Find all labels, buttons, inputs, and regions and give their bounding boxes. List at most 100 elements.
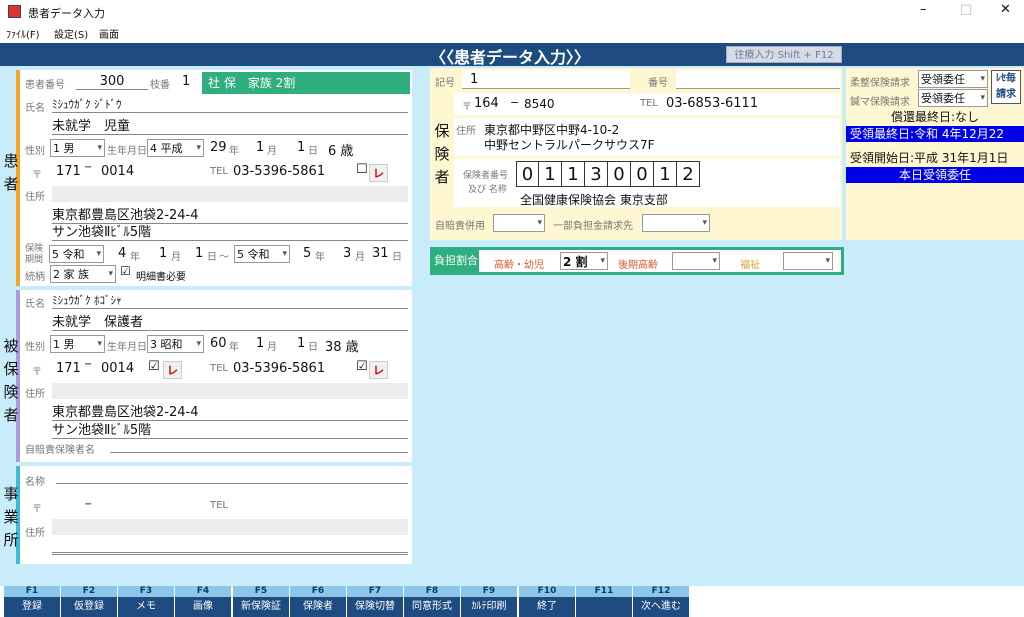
home-visit-shortcut-button[interactable]: 往療入力 Shift + F12 [726, 46, 842, 63]
insurer-digit[interactable]: 3 [585, 161, 608, 187]
period-start-month[interactable]: 1 [159, 246, 167, 261]
insurer-tel-label: TEL [640, 98, 658, 109]
insured-name-kana-input[interactable]: ﾐｼｭｳｶﾞｸ ﾎｺﾞｼｬ [52, 292, 408, 309]
jibai-insurer-input[interactable] [110, 440, 408, 453]
insurer-digit[interactable]: 2 [677, 161, 700, 187]
fkey-f8-button[interactable]: F8 同意形式 [404, 586, 460, 617]
insured-name-input[interactable]: 未就学 保護者 [52, 311, 408, 331]
insurer-number-digits[interactable]: 0 1 1 3 0 0 1 2 [516, 161, 700, 187]
partial-payment-select[interactable]: ▾ [642, 214, 710, 232]
insured-birth-day[interactable]: 1 [297, 336, 305, 351]
insured-zip-checkbox[interactable]: ☑ [148, 359, 160, 374]
detail-checkbox[interactable]: ☑ [120, 264, 131, 278]
insured-addr1-input[interactable]: 東京都豊島区池袋2-24-4 [52, 401, 408, 421]
insured-addr-extra-field[interactable] [52, 383, 408, 399]
late-elderly-select[interactable]: ▾ [672, 252, 720, 270]
day-unit: 日 [207, 252, 217, 263]
patient-tel-checkbox[interactable]: ☐ [356, 162, 368, 177]
patient-birth-day[interactable]: 1 [297, 140, 305, 155]
insurer-digit[interactable]: 0 [631, 161, 654, 187]
insured-zip2[interactable]: 0014 [101, 361, 134, 376]
patient-zip1[interactable]: 171 [56, 164, 81, 179]
patient-addr-extra-field[interactable] [52, 186, 408, 202]
patient-name-input[interactable]: 未就学 児童 [52, 115, 408, 135]
bango-input[interactable] [676, 70, 840, 89]
insurer-digit[interactable]: 1 [562, 161, 585, 187]
insured-zip1[interactable]: 171 [56, 361, 81, 376]
fkey-label: 新保険証 [233, 597, 289, 617]
insurer-zip1[interactable]: 164 [474, 96, 499, 111]
close-button[interactable]: ✕ [1000, 2, 1011, 17]
kigo-input[interactable]: 1 [462, 70, 630, 89]
fkey-f4-button[interactable]: F4 画像 [175, 586, 231, 617]
menu-file[interactable]: ﾌｧｲﾙ(F) [6, 26, 40, 41]
elderly-child-select[interactable]: 2 割 ▾ [560, 252, 608, 270]
insurer-digit[interactable]: 1 [539, 161, 562, 187]
period-start-year[interactable]: 4 [118, 246, 126, 261]
patient-l-badge[interactable]: レ [369, 164, 388, 182]
office-zip-label: 〒 [32, 504, 42, 515]
insured-era-select[interactable]: 3 昭和 ▾ [147, 335, 204, 353]
minimize-button[interactable]: – [920, 2, 927, 17]
period-end-era-select[interactable]: 5 令和 ▾ [234, 245, 290, 263]
jibai-combined-select[interactable]: ▾ [493, 214, 545, 232]
insured-tel-checkbox[interactable]: ☑ [356, 359, 368, 374]
fkey-f1-button[interactable]: F1 登録 [4, 586, 60, 617]
patient-sex-select[interactable]: 1 男 ▾ [50, 139, 105, 157]
relation-select[interactable]: 2 家 族 ▾ [50, 265, 116, 283]
insurer-digit[interactable]: 0 [516, 161, 539, 187]
receipt-claim-button[interactable]: ﾚｾ毎 請求 [991, 70, 1021, 104]
office-addr1-input[interactable] [52, 537, 408, 553]
patient-name-kana-input[interactable]: ﾐｼｭｳｶﾞｸ ｼﾞﾄﾞｳ [52, 96, 408, 113]
period-start-day[interactable]: 1 [195, 246, 203, 261]
insured-tel-l-badge[interactable]: レ [369, 361, 388, 379]
fkey-label: 同意形式 [404, 597, 460, 617]
insurer-digit[interactable]: 0 [608, 161, 631, 187]
fkey-f3-button[interactable]: F3 メモ [118, 586, 174, 617]
insured-birth-month[interactable]: 1 [256, 336, 264, 351]
patient-birth-year[interactable]: 29 [210, 140, 227, 155]
jibai-insurer-label: 自賠責保険者名 [25, 445, 95, 456]
judo-claim-select[interactable]: 受領委任 ▾ [918, 70, 988, 88]
insured-birth-year[interactable]: 60 [210, 336, 227, 351]
office-addr-extra-field[interactable] [52, 519, 408, 535]
patient-zip2[interactable]: 0014 [101, 164, 134, 179]
office-addr2-input[interactable] [52, 554, 408, 555]
fkey-f7-button[interactable]: F7 保険切替 [347, 586, 403, 617]
period-end-day[interactable]: 31 [372, 246, 389, 261]
patient-addr2-input[interactable]: サン池袋Ⅱﾋﾞﾙ5階 [52, 221, 408, 241]
insurer-digit[interactable]: 1 [654, 161, 677, 187]
insurer-zip2[interactable]: 8540 [524, 97, 555, 111]
period-end-year[interactable]: 5 [303, 246, 311, 261]
welfare-select[interactable]: ▾ [783, 252, 833, 270]
office-name-input[interactable] [56, 470, 408, 484]
menu-settings[interactable]: 設定(S) [54, 26, 88, 41]
patient-tel-input[interactable]: 03-5396-5861 [233, 164, 325, 179]
detail-label: 明細書必要 [136, 272, 186, 283]
period-start-era-select[interactable]: 5 令和 ▾ [49, 245, 104, 263]
maximize-button[interactable]: □ [960, 2, 972, 17]
insured-sex-select[interactable]: 1 男 ▾ [50, 335, 105, 353]
patient-era-select[interactable]: 4 平成 ▾ [147, 139, 204, 157]
fkey-f9-button[interactable]: F9 ｶﾙﾃ印刷 [461, 586, 517, 617]
fkey-f12-button[interactable]: F12 次へ進む [633, 586, 689, 617]
menu-screen[interactable]: 画面 [99, 26, 119, 41]
fkey-f10-button[interactable]: F10 終了 [519, 586, 575, 617]
insurer-addr2[interactable]: 中野セントラルパークサウス7F [484, 136, 655, 153]
patient-birth-month[interactable]: 1 [256, 140, 264, 155]
menu-bar: ﾌｧｲﾙ(F) 設定(S) 画面 [0, 24, 1024, 42]
patient-number-input[interactable]: 300 [76, 74, 148, 90]
insurer-tel-input[interactable]: 03-6853-6111 [666, 96, 758, 111]
insured-addr2-input[interactable]: サン池袋Ⅱﾋﾞﾙ5階 [52, 419, 408, 439]
fkey-f2-button[interactable]: F2 仮登録 [61, 586, 117, 617]
fkey-label [576, 597, 632, 617]
fkey-f6-button[interactable]: F6 保険者 [290, 586, 346, 617]
insured-tel-input[interactable]: 03-5396-5861 [233, 361, 325, 376]
insurance-type-badge: 社 保 家族 2割 [202, 72, 410, 94]
shinkyu-claim-select[interactable]: 受領委任 ▾ [918, 89, 988, 107]
period-end-month[interactable]: 3 [343, 246, 351, 261]
insured-zip-l-badge[interactable]: レ [163, 361, 182, 379]
branch-input[interactable]: 1 [182, 74, 190, 89]
fkey-f11-button[interactable]: F11 [576, 586, 632, 617]
fkey-f5-button[interactable]: F5 新保険証 [233, 586, 289, 617]
